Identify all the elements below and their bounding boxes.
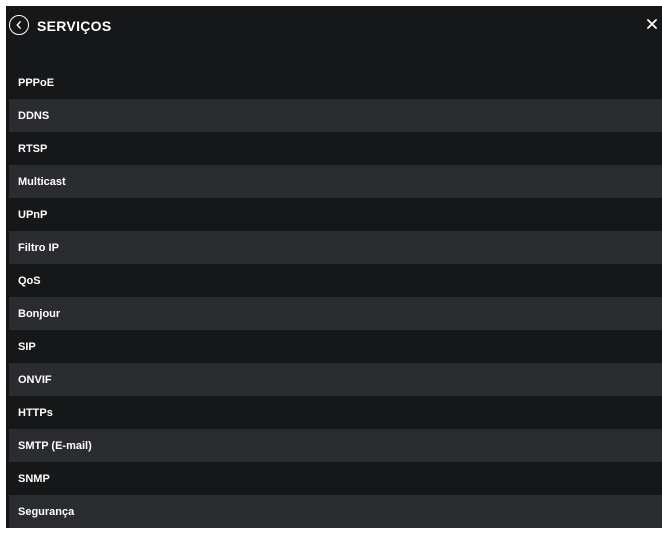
menu-item-label: DDNS	[18, 109, 50, 122]
menu-item-sip[interactable]: SIP	[9, 330, 662, 363]
menu-item-label: SIP	[18, 340, 36, 353]
close-icon	[645, 17, 659, 31]
page-title: SERVIÇOS	[37, 18, 112, 34]
menu-item-https[interactable]: HTTPs	[9, 396, 662, 429]
menu-item-ddns[interactable]: DDNS	[9, 99, 662, 132]
menu-item-bonjour[interactable]: Bonjour	[9, 297, 662, 330]
menu-item-onvif[interactable]: ONVIF	[9, 363, 662, 396]
menu-item-label: RTSP	[18, 142, 48, 155]
menu-item-snmp[interactable]: SNMP	[9, 462, 662, 495]
menu-item-upnp[interactable]: UPnP	[9, 198, 662, 231]
menu-item-label: UPnP	[18, 208, 48, 221]
menu-item-label: HTTPs	[18, 406, 53, 419]
menu-item-label: Segurança	[18, 505, 75, 518]
chevron-left-icon	[14, 20, 24, 30]
menu-item-label: Filtro IP	[18, 241, 59, 254]
menu-item-smtp[interactable]: SMTP (E-mail)	[9, 429, 662, 462]
back-button[interactable]	[9, 15, 29, 35]
menu-item-label: ONVIF	[18, 373, 52, 386]
panel-header: SERVIÇOS	[6, 6, 662, 46]
close-button[interactable]	[645, 17, 659, 31]
menu-item-multicast[interactable]: Multicast	[9, 165, 662, 198]
menu-item-label: QoS	[18, 274, 41, 287]
menu-item-qos[interactable]: QoS	[9, 264, 662, 297]
menu-item-label: SNMP	[18, 472, 50, 485]
menu-item-label: SMTP (E-mail)	[18, 439, 92, 452]
menu-item-pppoe[interactable]: PPPoE	[9, 66, 662, 99]
services-menu: PPPoE DDNS RTSP Multicast UPnP Filtro IP…	[9, 66, 662, 528]
menu-item-rtsp[interactable]: RTSP	[9, 132, 662, 165]
menu-item-ip-filter[interactable]: Filtro IP	[9, 231, 662, 264]
menu-item-label: Multicast	[18, 175, 66, 188]
services-panel: SERVIÇOS PPPoE DDNS RTSP Multicast UPnP	[6, 6, 662, 528]
menu-item-label: Bonjour	[18, 307, 61, 320]
menu-item-security[interactable]: Segurança	[9, 495, 662, 528]
menu-item-label: PPPoE	[18, 76, 55, 89]
